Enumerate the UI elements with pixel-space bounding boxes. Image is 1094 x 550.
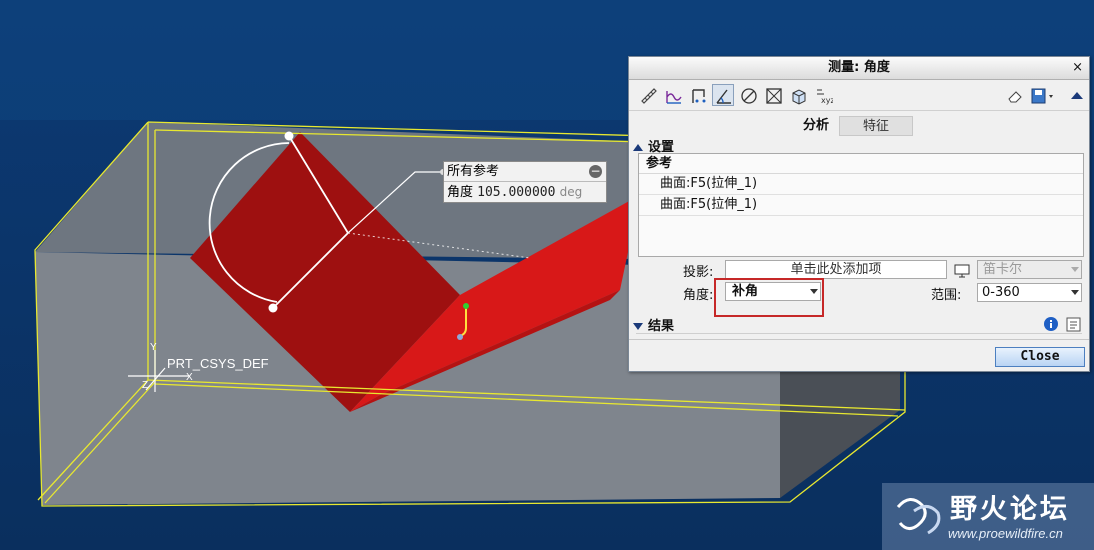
- save-icon[interactable]: [1027, 84, 1055, 106]
- collapse-dialog-icon[interactable]: [1065, 84, 1087, 106]
- dimension-endpoint: [284, 131, 294, 141]
- info-icon[interactable]: [1041, 314, 1059, 332]
- csys-y-label: Y: [150, 342, 157, 353]
- coordinate-system-dropdown: 笛卡尔: [977, 260, 1082, 279]
- range-label: 范围:: [931, 288, 962, 303]
- angle-label: 角度:: [683, 288, 714, 303]
- list-item[interactable]: 曲面:F5(拉伸_1): [639, 174, 1083, 195]
- svg-text:xyz: xyz: [821, 96, 833, 105]
- list-item[interactable]: 曲面:F5(拉伸_1): [639, 195, 1083, 216]
- watermark: 野火论坛 www.proewildfire.cn: [882, 483, 1094, 550]
- list-details-icon[interactable]: [1063, 314, 1081, 332]
- angle-icon[interactable]: [712, 84, 734, 106]
- close-button[interactable]: Close: [995, 347, 1085, 367]
- close-icon[interactable]: ×: [1072, 57, 1083, 79]
- csys-z-label: Z: [142, 380, 149, 391]
- divider: [636, 333, 1082, 334]
- area-icon[interactable]: [762, 84, 784, 106]
- watermark-title: 野火论坛: [950, 494, 1070, 525]
- eraser-icon[interactable]: [1003, 84, 1025, 106]
- handle-end: [457, 334, 463, 340]
- results-section-header[interactable]: 结果: [633, 315, 674, 334]
- expand-down-icon: [633, 323, 643, 330]
- projection-label: 投影:: [683, 265, 714, 280]
- range-value: 0-360: [982, 285, 1020, 300]
- transform-icon[interactable]: xyz: [812, 84, 834, 106]
- highlight-box: [714, 278, 824, 317]
- watermark-url: www.proewildfire.cn: [948, 526, 1063, 541]
- csys-x-label: X: [186, 372, 193, 383]
- measure-toolbar: xyz: [629, 80, 1089, 111]
- callout-header: 所有参考: [447, 164, 500, 179]
- measure-dialog: 测量: 角度 × xyz 分析 特征 设置 参考 曲面:F5(拉伸_1) 曲面:…: [628, 56, 1090, 372]
- dimension-endpoint: [268, 303, 278, 313]
- csys-label: PRT_CSYS_DEF: [167, 356, 269, 371]
- volume-icon[interactable]: [787, 84, 809, 106]
- chevron-down-icon: [1071, 290, 1079, 295]
- dialog-title: 测量: 角度: [828, 60, 890, 75]
- distance-icon[interactable]: [662, 84, 684, 106]
- projection-field[interactable]: 单击此处添加项: [725, 260, 947, 279]
- chain-length-icon[interactable]: [687, 84, 709, 106]
- callout-label: 角度: [447, 185, 474, 200]
- references-header: 参考: [639, 154, 1083, 174]
- monitor-icon[interactable]: [951, 260, 971, 280]
- handle-start: [463, 303, 469, 309]
- references-list[interactable]: 参考 曲面:F5(拉伸_1) 曲面:F5(拉伸_1): [638, 153, 1084, 257]
- footer-divider: [629, 339, 1089, 340]
- callout-unit: deg: [559, 185, 583, 199]
- diameter-icon[interactable]: [737, 84, 759, 106]
- tab-feature[interactable]: 特征: [839, 116, 913, 136]
- forum-logo-icon: [896, 498, 941, 535]
- callout-value: 105.000000: [477, 185, 556, 200]
- range-dropdown[interactable]: 0-360: [977, 283, 1082, 302]
- collapse-icon[interactable]: −: [589, 165, 602, 178]
- chevron-down-icon: [1071, 267, 1079, 272]
- coordinate-system-value: 笛卡尔: [983, 262, 1023, 277]
- length-icon[interactable]: [637, 84, 659, 106]
- results-header-label: 结果: [648, 319, 675, 334]
- collapse-up-icon: [633, 144, 643, 151]
- dialog-titlebar[interactable]: 测量: 角度 ×: [629, 57, 1089, 80]
- measure-callout[interactable]: 所有参考 − 角度 105.000000 deg: [443, 161, 607, 203]
